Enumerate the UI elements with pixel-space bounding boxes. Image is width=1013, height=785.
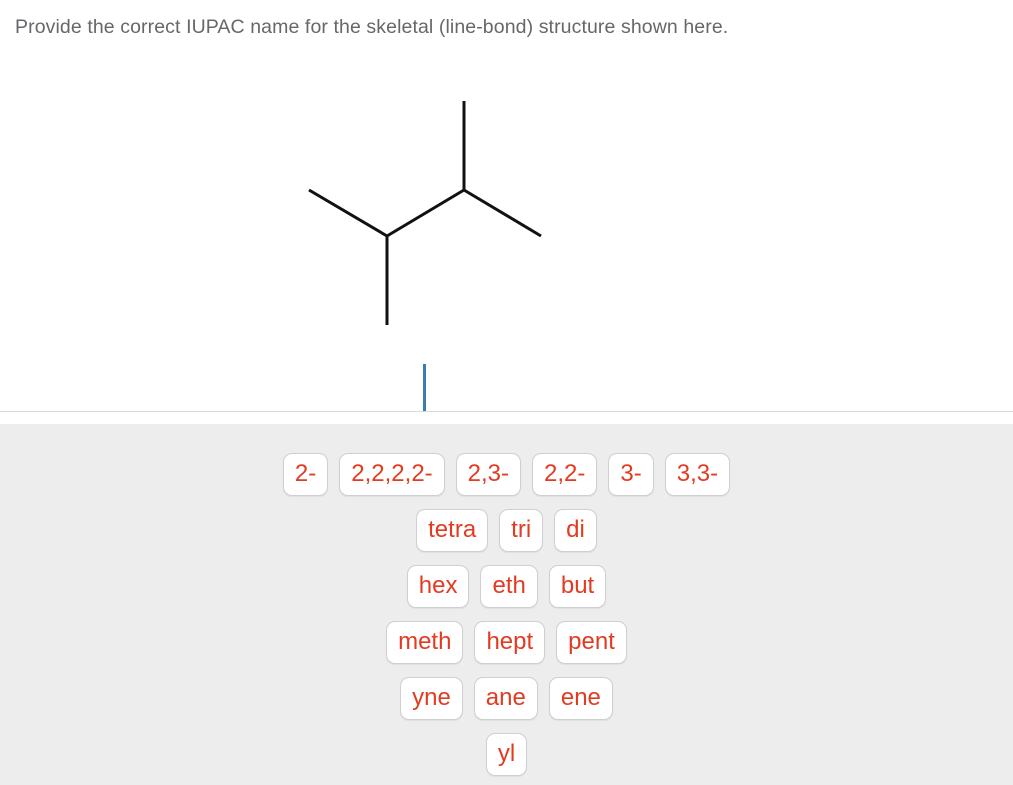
substituent-suffix-tiles: yl	[0, 733, 1013, 776]
answer-tile[interactable]: 3,3-	[664, 453, 731, 496]
answer-tile-bank: 2- 2,2,2,2- 2,3- 2,2- 3- 3,3- tetra tri di hex eth…	[0, 424, 1013, 785]
molecule-structure-figure	[290, 90, 560, 340]
answer-tile[interactable]: 2,2,2,2-	[339, 453, 445, 496]
locant-tiles: 2- 2,2,2,2- 2,3- 2,2- 3- 3,3-	[0, 453, 1013, 496]
question-area: Provide the correct IUPAC name for the s…	[0, 0, 1013, 412]
answer-area-divider	[0, 411, 1013, 412]
chain-length-tiles-row2: meth hept pent	[0, 621, 1013, 664]
answer-tile[interactable]: hex	[406, 565, 470, 608]
bond-left-terminal	[308, 188, 388, 238]
answer-input-caret[interactable]	[423, 364, 426, 411]
answer-tile[interactable]: ene	[548, 677, 613, 720]
answer-tile[interactable]: di	[554, 509, 597, 552]
page-title: Provide the correct IUPAC name for the s…	[15, 16, 729, 38]
answer-tile[interactable]: 2,3-	[455, 453, 522, 496]
answer-tile[interactable]: yne	[400, 677, 463, 720]
multiplier-tiles: tetra tri di	[0, 509, 1013, 552]
bond-group	[308, 101, 542, 325]
answer-tile[interactable]: 3-	[608, 453, 654, 496]
answer-tile[interactable]: pent	[556, 621, 627, 664]
chain-length-tiles-row1: hex eth but	[0, 565, 1013, 608]
answer-tile[interactable]: eth	[480, 565, 538, 608]
saturation-suffix-tiles: yne ane ene	[0, 677, 1013, 720]
answer-tile[interactable]: hept	[474, 621, 546, 664]
answer-tile[interactable]: tetra	[416, 509, 489, 552]
answer-tile[interactable]: tri	[499, 509, 544, 552]
answer-tile[interactable]: 2,2-	[532, 453, 598, 496]
bond-right-terminal	[463, 188, 542, 238]
answer-tile[interactable]: ane	[473, 677, 538, 720]
answer-tile[interactable]: but	[548, 565, 607, 608]
skeletal-structure-svg	[308, 101, 542, 325]
answer-tile[interactable]: yl	[485, 733, 528, 776]
answer-tile[interactable]: 2-	[282, 453, 329, 496]
answer-tile[interactable]: meth	[386, 621, 464, 664]
bond-left-to-right-vertex	[386, 188, 465, 238]
